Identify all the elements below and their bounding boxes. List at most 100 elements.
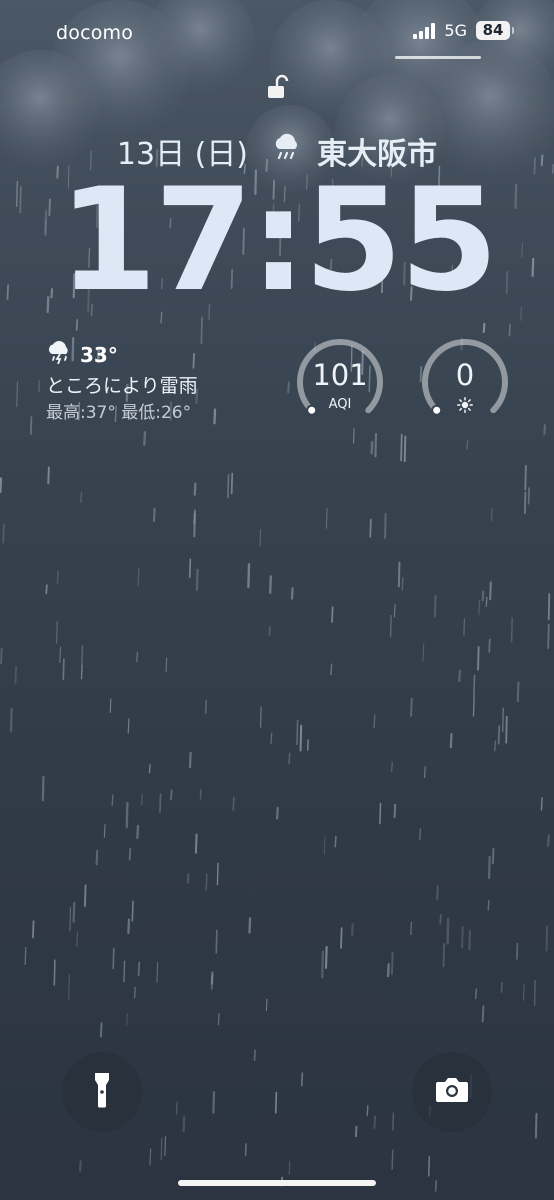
rain-streak: [379, 802, 382, 825]
battery-icon: 84: [476, 21, 514, 40]
rain-streak: [370, 440, 374, 455]
rain-streak: [175, 1101, 178, 1115]
rain-streak: [497, 725, 501, 745]
cloud-thunder-icon: [46, 340, 74, 369]
rain-streak: [156, 961, 159, 983]
flashlight-button[interactable]: [62, 1052, 142, 1132]
rain-streak: [436, 885, 439, 900]
rain-streak: [481, 590, 485, 602]
rain-streak: [212, 1091, 216, 1114]
rain-streak: [534, 1112, 538, 1139]
camera-button[interactable]: [412, 1052, 492, 1132]
rain-streak: [189, 558, 192, 579]
rain-streak: [287, 381, 290, 394]
rain-streak: [352, 428, 355, 444]
aqi-widget[interactable]: 101 AQI: [294, 336, 386, 428]
weather-widget[interactable]: 33°: [46, 340, 118, 369]
rain-streak: [481, 1005, 485, 1023]
rain-streak: [473, 674, 476, 699]
rain-streak: [374, 432, 378, 458]
sun-icon: [419, 397, 511, 417]
rain-streak: [393, 803, 397, 819]
rain-streak: [126, 1013, 128, 1026]
rain-streak: [366, 1105, 369, 1117]
rain-streak: [543, 424, 546, 436]
rain-streak: [2, 523, 5, 544]
battery-level: 84: [482, 21, 504, 39]
clock-time[interactable]: 17:55: [0, 170, 554, 312]
rain-streak: [95, 849, 99, 866]
uv-widget[interactable]: 0: [419, 336, 511, 428]
rain-streak: [0, 477, 3, 494]
rain-streak: [59, 646, 61, 664]
uv-value: 0: [455, 358, 475, 392]
rain-streak: [325, 508, 328, 529]
rain-streak: [523, 491, 527, 515]
rain-streak: [331, 606, 334, 623]
rain-streak: [527, 487, 531, 505]
rain-streak: [423, 766, 426, 779]
rain-streak: [390, 761, 393, 773]
rain-streak: [109, 698, 112, 713]
rain-streak: [433, 594, 437, 618]
rain-streak: [204, 699, 208, 715]
rain-streak: [137, 961, 141, 977]
rain-streak: [515, 942, 519, 960]
rain-streak: [442, 942, 446, 968]
rain-streak: [68, 974, 70, 1000]
rain-streak: [547, 834, 550, 847]
rain-streak: [72, 901, 76, 923]
rain-streak: [300, 1072, 304, 1087]
rain-streak: [299, 724, 303, 752]
rain-streak: [268, 625, 271, 636]
rain-streak: [215, 929, 218, 954]
rain-streak: [383, 513, 387, 539]
rain-streak: [393, 603, 396, 618]
rain-streak: [288, 1160, 291, 1175]
aqi-value: 101: [312, 358, 368, 392]
rain-streak: [0, 647, 3, 665]
rain-streak: [32, 920, 35, 939]
rain-streak: [270, 732, 273, 744]
home-indicator[interactable]: [178, 1180, 376, 1186]
rain-streak: [232, 796, 235, 811]
rain-streak: [487, 899, 490, 911]
rain-streak: [547, 593, 551, 621]
rain-streak: [259, 706, 262, 728]
rain-streak: [217, 1012, 220, 1026]
network-type: 5G: [444, 21, 467, 40]
rain-streak: [330, 663, 333, 676]
rain-streak: [434, 1180, 438, 1192]
rain-streak: [501, 707, 504, 733]
rain-streak: [449, 732, 453, 749]
rain-streak: [419, 828, 422, 841]
rain-streak: [148, 763, 151, 774]
rain-streak: [136, 824, 140, 840]
rain-streak: [410, 921, 413, 936]
rain-streak: [193, 482, 197, 496]
rain-streak: [482, 322, 486, 333]
rain-streak: [141, 793, 143, 806]
rain-streak: [386, 963, 390, 978]
rain-streak: [188, 751, 192, 769]
rain-streak: [131, 900, 134, 922]
rain-streak: [510, 617, 514, 643]
rain-streak: [269, 575, 272, 594]
rain-streak: [227, 474, 230, 499]
rain-streak: [288, 752, 291, 765]
flashlight-icon: [94, 1072, 110, 1112]
rain-streak: [401, 577, 404, 591]
rain-streak: [505, 715, 508, 744]
rain-streak: [186, 873, 190, 884]
rain-streak: [80, 644, 84, 667]
rain-streak: [390, 951, 394, 976]
rain-streak: [37, 379, 41, 393]
rain-streak: [164, 1136, 167, 1157]
rain-streak: [540, 796, 543, 811]
rain-streak: [275, 806, 279, 820]
rain-streak: [458, 669, 462, 683]
rain-streak: [477, 646, 480, 671]
rain-streak: [76, 931, 78, 947]
control-center-indicator[interactable]: [395, 56, 481, 59]
rain-streak: [103, 824, 106, 838]
